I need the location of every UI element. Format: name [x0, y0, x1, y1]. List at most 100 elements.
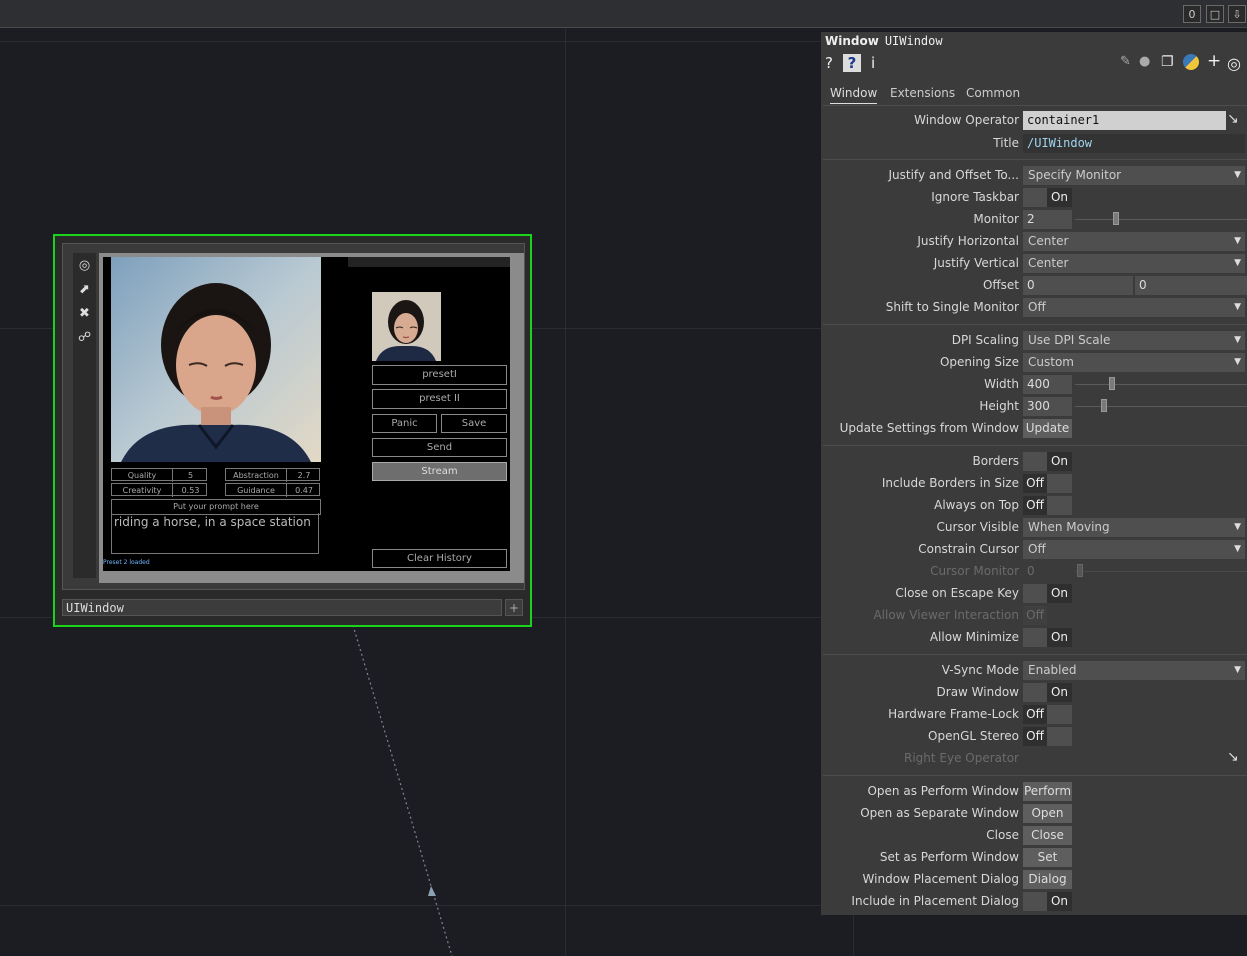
height-field[interactable]: 300: [1023, 397, 1072, 416]
operator-picker-icon[interactable]: ↘: [1227, 749, 1239, 765]
label: Open as Perform Window: [867, 784, 1019, 798]
param-abstraction[interactable]: Abstraction 2.7: [225, 468, 321, 482]
tab-common[interactable]: Common: [966, 83, 1020, 103]
dpi-scaling-menu[interactable]: Use DPI Scale ▼: [1023, 331, 1245, 350]
include-borders-toggle[interactable]: Off: [1023, 474, 1072, 493]
python-help-icon[interactable]: ?: [843, 54, 861, 72]
node-plus-button[interactable]: +: [505, 599, 523, 616]
add-icon[interactable]: +: [1207, 51, 1221, 71]
pin-icon[interactable]: ⇩: [1228, 5, 1246, 23]
lock-icon[interactable]: ☍: [75, 328, 94, 348]
clear-history-button[interactable]: Clear History: [372, 549, 507, 568]
row-justify-v: Justify Vertical Center ▼: [821, 253, 1247, 273]
save-button[interactable]: Save: [441, 414, 507, 433]
panel-header: Window UIWindow: [825, 34, 943, 48]
info-icon[interactable]: i: [871, 54, 875, 74]
tab-extensions[interactable]: Extensions: [890, 83, 955, 103]
toggle-state: Off: [1023, 606, 1047, 625]
prompt-input[interactable]: riding a horse, in a space station: [111, 513, 319, 554]
always-on-top-toggle[interactable]: Off: [1023, 496, 1072, 515]
window-icon[interactable]: □: [1206, 5, 1224, 23]
opengl-stereo-toggle[interactable]: Off: [1023, 727, 1072, 746]
menu-value: Center: [1028, 256, 1069, 270]
height-slider-knob[interactable]: [1101, 399, 1107, 412]
dialog-button[interactable]: Dialog: [1023, 870, 1072, 889]
pencil-icon[interactable]: ✎: [1120, 54, 1131, 74]
include-placement-toggle[interactable]: On: [1023, 892, 1072, 911]
allow-viewer-toggle: Off: [1023, 606, 1047, 625]
borders-toggle[interactable]: On: [1023, 452, 1072, 471]
width-slider-knob[interactable]: [1109, 377, 1115, 390]
allow-minimize-toggle[interactable]: On: [1023, 628, 1072, 647]
opening-size-menu[interactable]: Custom ▼: [1023, 353, 1245, 372]
justify-horizontal-menu[interactable]: Center ▼: [1023, 232, 1245, 251]
label: Borders: [972, 454, 1019, 468]
label: Ignore Taskbar: [931, 190, 1019, 204]
toggle-state: On: [1047, 892, 1072, 911]
counter-display[interactable]: 0: [1183, 5, 1201, 23]
monitor-slider-knob[interactable]: [1113, 212, 1119, 225]
update-button[interactable]: Update: [1023, 419, 1072, 438]
open-button[interactable]: Open: [1023, 804, 1072, 823]
set-button[interactable]: Set: [1023, 848, 1072, 867]
width-field[interactable]: 400: [1023, 375, 1072, 394]
label: Height: [979, 399, 1019, 413]
target-icon[interactable]: ◎: [75, 256, 94, 276]
label: DPI Scaling: [951, 333, 1019, 347]
param-quality[interactable]: Quality 5: [111, 468, 207, 482]
offset-y-field[interactable]: 0: [1135, 276, 1247, 295]
window-preview: Quality 5 Creativity 0.53 Abstraction 2.…: [103, 257, 510, 571]
close-icon[interactable]: ✖: [75, 304, 94, 324]
close-button[interactable]: Close: [1023, 826, 1072, 845]
label: Open as Separate Window: [860, 806, 1019, 820]
tab-window[interactable]: Window: [830, 83, 878, 104]
constrain-cursor-menu[interactable]: Off ▼: [1023, 540, 1245, 559]
node-toolbar: ◎ ⬈ ✖ ☍: [73, 253, 96, 578]
comment-icon[interactable]: ●: [1139, 54, 1150, 74]
monitor-field[interactable]: 2: [1023, 210, 1072, 229]
width-slider[interactable]: [1075, 384, 1247, 385]
uiwindow-node[interactable]: ◎ ⬈ ✖ ☍ Quality 5 Creativity 0.53 Abstra…: [53, 234, 532, 627]
send-button[interactable]: Send: [372, 438, 507, 457]
preview-strip: [348, 257, 510, 267]
panic-button[interactable]: Panic: [372, 414, 437, 433]
param-guidance[interactable]: Guidance 0.47: [225, 483, 320, 497]
clipboard-icon[interactable]: ❐: [1161, 54, 1174, 74]
help-icon[interactable]: ?: [825, 54, 833, 74]
stream-button[interactable]: Stream: [372, 462, 507, 481]
pulse-icon[interactable]: ⬈: [75, 280, 94, 300]
python-icon[interactable]: [1183, 54, 1199, 70]
row-allow-viewer: Allow Viewer Interaction Off: [821, 605, 1247, 625]
creativity-label: Creativity: [122, 486, 162, 495]
preset2-button[interactable]: preset II: [372, 389, 507, 409]
close-escape-toggle[interactable]: On: [1023, 584, 1072, 603]
row-opengl-stereo: OpenGL Stereo Off: [821, 726, 1247, 746]
row-open-separate: Open as Separate Window Open: [821, 803, 1247, 823]
ignore-taskbar-toggle[interactable]: On: [1023, 188, 1072, 207]
shift-single-monitor-menu[interactable]: Off ▼: [1023, 298, 1245, 317]
node-name-field[interactable]: UIWindow: [62, 599, 502, 616]
chevron-down-icon: ▼: [1234, 522, 1241, 532]
toggle-state: On: [1047, 683, 1072, 702]
row-window-operator: Window Operator container1 ↘: [821, 110, 1247, 130]
offset-x-field[interactable]: 0: [1023, 276, 1133, 295]
preset1-button[interactable]: presetI: [372, 365, 507, 385]
justify-offset-menu[interactable]: Specify Monitor ▼: [1023, 166, 1245, 185]
cursor-visible-menu[interactable]: When Moving ▼: [1023, 518, 1245, 537]
label: Opening Size: [939, 355, 1019, 369]
row-borders: Borders On: [821, 451, 1247, 471]
monitor-slider[interactable]: [1075, 219, 1247, 220]
vsync-menu[interactable]: Enabled ▼: [1023, 661, 1245, 680]
title-field[interactable]: /UIWindow: [1023, 134, 1245, 153]
operator-picker-icon[interactable]: ↘: [1227, 111, 1239, 127]
perform-button[interactable]: Perform: [1023, 782, 1072, 801]
justify-vertical-menu[interactable]: Center ▼: [1023, 254, 1245, 273]
operator-name[interactable]: UIWindow: [885, 34, 943, 48]
target-icon[interactable]: ◎: [1227, 54, 1241, 74]
abstraction-value: 2.7: [286, 469, 321, 482]
window-operator-field[interactable]: container1: [1023, 111, 1226, 130]
draw-window-toggle[interactable]: On: [1023, 683, 1072, 702]
param-creativity[interactable]: Creativity 0.53: [111, 483, 207, 497]
hw-framelock-toggle[interactable]: Off: [1023, 705, 1072, 724]
menu-value: Specify Monitor: [1028, 168, 1122, 182]
